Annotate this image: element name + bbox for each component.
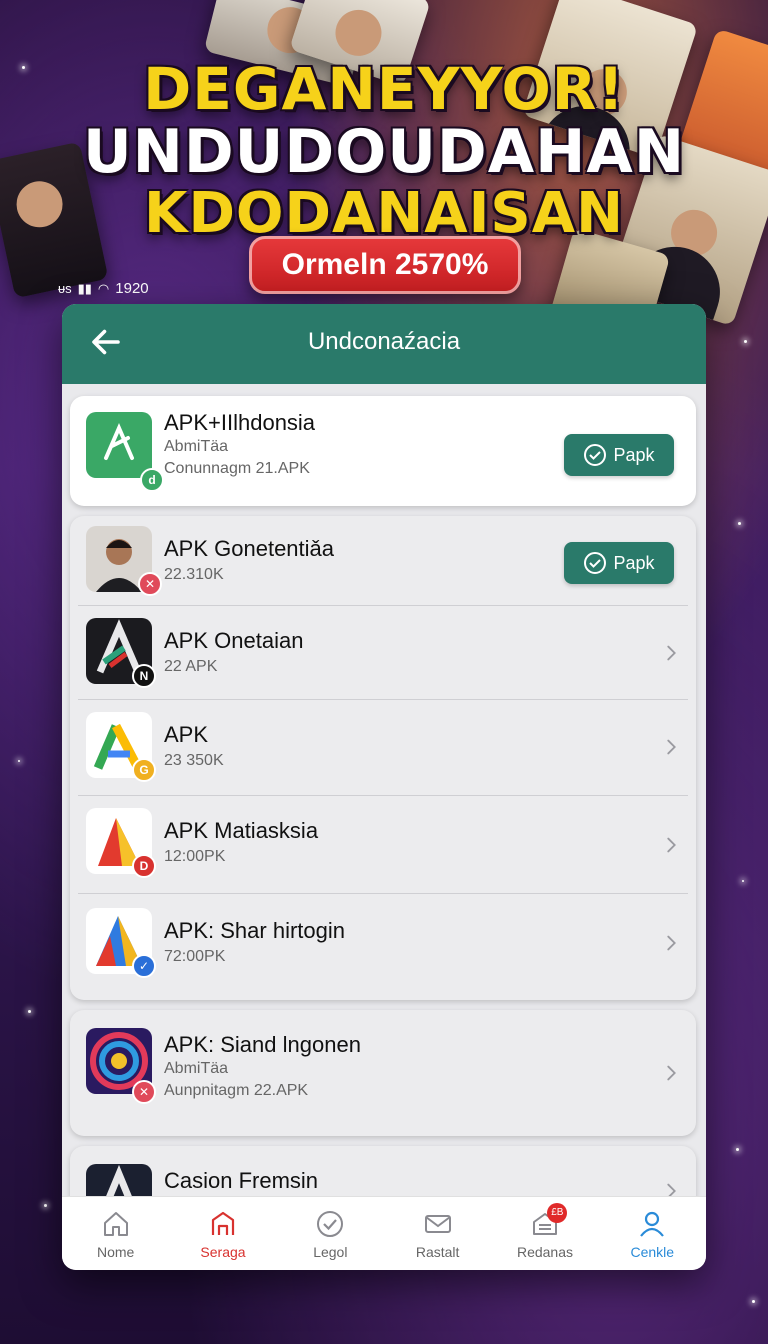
app-name: APK Gonetentiǎa xyxy=(164,536,335,561)
headline-line-1: DEGANEYYOR! xyxy=(143,55,625,123)
notification-badge: £B xyxy=(547,1203,568,1223)
app-badge: N xyxy=(132,664,156,688)
app-name: APK Onetaian xyxy=(164,628,304,653)
install-button[interactable]: Papk xyxy=(564,542,674,584)
nav-label: Rastalt xyxy=(415,1243,460,1260)
status-icons: ᵾs xyxy=(58,281,72,296)
nav-label: Redanas xyxy=(516,1243,573,1260)
list-item[interactable]: D APK Matiasksia 12:00PK xyxy=(70,796,696,894)
list-item[interactable]: ✕ APK Gonetentiǎa 22.310K Papk xyxy=(70,516,696,606)
app-name: APK xyxy=(164,722,209,747)
nav-item-profile[interactable]: Cenkle xyxy=(599,1197,706,1270)
check-circle-icon xyxy=(584,444,607,466)
check-circle-icon xyxy=(317,1210,344,1237)
app-header: Undconaźacia xyxy=(62,304,706,384)
app-name: APK Matiasksia xyxy=(164,818,319,843)
app-card[interactable]: ✕ APK: Siand lngonen AbmiTäa Aunpnitagm … xyxy=(70,1010,696,1136)
mail-icon xyxy=(424,1214,451,1233)
app-subtitle: AbmiTäa xyxy=(164,438,229,455)
headline-line-2: UNDUDOUDAHAN xyxy=(82,117,686,187)
nav-label: Cenkle xyxy=(630,1243,675,1260)
nav-label: Seraga xyxy=(200,1243,246,1260)
install-label: Papk xyxy=(613,552,655,573)
headline-line-3: KDODANAISAN xyxy=(144,181,624,246)
app-card[interactable]: d APK+IIlhdonsia AbmiTäa Conunnagm 21.AP… xyxy=(70,396,696,506)
app-badge: ✕ xyxy=(132,1080,156,1104)
nav-item-seraga[interactable]: Seraga xyxy=(169,1197,276,1270)
nav-item-rastalt[interactable]: Rastalt xyxy=(384,1197,491,1270)
home-icon xyxy=(103,1211,128,1236)
app-badge: G xyxy=(132,758,156,782)
nav-item-home[interactable]: Nome xyxy=(62,1197,169,1270)
chevron-right-icon[interactable] xyxy=(660,932,682,954)
app-name: APK: Siand lngonen xyxy=(164,1032,361,1057)
nav-label: Nome xyxy=(96,1243,135,1260)
install-button[interactable]: Papk xyxy=(564,434,674,476)
nav-item-redanas[interactable]: £B Redanas xyxy=(491,1197,598,1270)
app-size: 22.310K xyxy=(164,566,224,583)
list-item[interactable]: G APK 23 350K xyxy=(70,700,696,796)
page-title: Undconaźacia xyxy=(307,328,461,355)
wifi-icon: ◠ xyxy=(97,280,110,296)
app-size: 22 APK xyxy=(164,658,218,675)
promo-bonus-pill[interactable]: Ormeln 2570% xyxy=(249,236,521,294)
green-a-icon xyxy=(86,412,152,478)
app-version: Aunpnitagm 22.APK xyxy=(164,1082,309,1099)
status-bar: ᵾs ▮▮ ◠ 1920 xyxy=(58,280,149,297)
check-circle-icon xyxy=(584,552,607,574)
bottom-nav: Nome Seraga Legol Rastalt £B Redanas Cen… xyxy=(62,1196,706,1270)
app-badge: d xyxy=(140,468,164,492)
shop-icon xyxy=(211,1211,235,1235)
promo-headline: DEGANEYYOR! UNDUDOUDAHAN KDODANAISAN xyxy=(0,60,768,242)
app-size: 12:00PK xyxy=(164,848,226,865)
status-time: 1920 xyxy=(115,280,149,297)
app-badge: D xyxy=(132,854,156,878)
app-version: Conunnagm 21.APK xyxy=(164,460,310,477)
app-group-card: ✕ APK Gonetentiǎa 22.310K Papk N APK One… xyxy=(70,516,696,1000)
app-subtitle: AbmiTäa xyxy=(164,1060,229,1077)
app-badge: ✕ xyxy=(138,572,162,596)
chevron-right-icon[interactable] xyxy=(660,1062,682,1084)
app-size: 72:00PK xyxy=(164,948,226,965)
list-item[interactable]: N APK Onetaian 22 APK xyxy=(70,606,696,700)
app-badge: ✓ xyxy=(132,954,156,978)
chevron-right-icon[interactable] xyxy=(660,834,682,856)
user-icon xyxy=(640,1211,665,1237)
app-name: Casion Fremsin xyxy=(164,1168,319,1193)
app-name: APK: Shar hirtogin xyxy=(164,918,345,943)
signal-icon: ▮▮ xyxy=(77,280,92,296)
chevron-right-icon[interactable] xyxy=(660,642,682,664)
list-item[interactable]: ✓ APK: Shar hirtogin 72:00PK xyxy=(70,894,696,996)
nav-item-legol[interactable]: Legol xyxy=(277,1197,384,1270)
install-label: Papk xyxy=(613,444,655,465)
nav-label: Legol xyxy=(313,1243,348,1260)
app-panel: Undconaźacia d APK+IIlhdonsia AbmiTäa Co… xyxy=(62,304,706,1270)
app-size: 23 350K xyxy=(164,752,224,769)
chevron-right-icon[interactable] xyxy=(660,736,682,758)
app-name: APK+IIlhdonsia xyxy=(164,410,316,435)
